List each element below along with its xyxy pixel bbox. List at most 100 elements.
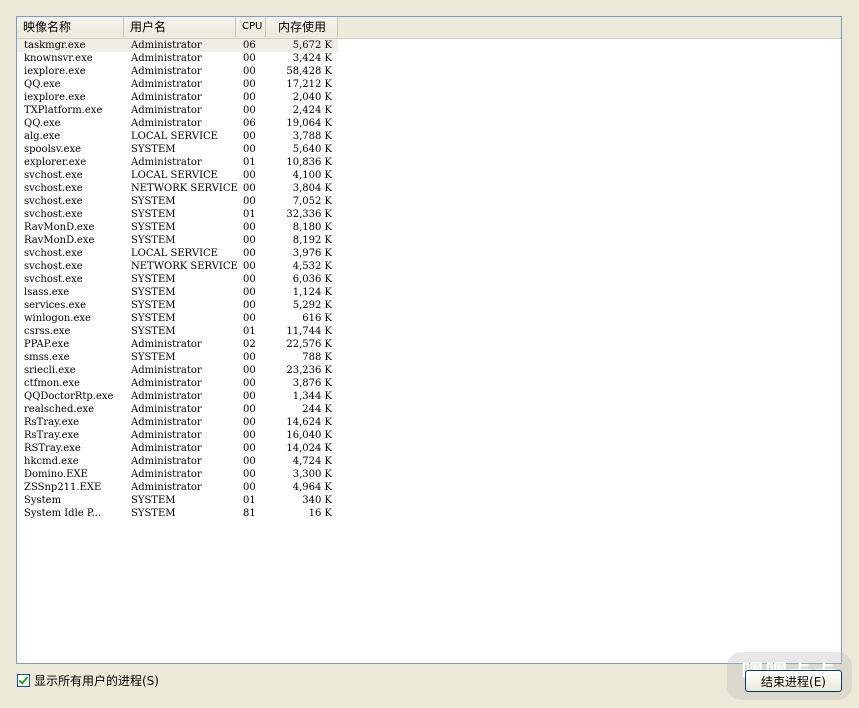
process-name: smss.exe [24, 352, 70, 363]
process-cpu: 00 [243, 391, 256, 402]
process-name: knownsvr.exe [24, 53, 93, 64]
show-all-users-checkbox[interactable]: 显示所有用户的进程(S) [17, 672, 159, 689]
table-row[interactable]: RsTray.exe Administrator 00 14,624 K [17, 416, 338, 429]
table-row[interactable]: System SYSTEM 01 340 K [17, 494, 338, 507]
process-memory: 3,976 K [292, 248, 332, 259]
process-name: RsTray.exe [24, 430, 80, 441]
process-cpu: 01 [243, 157, 256, 168]
process-name: realsched.exe [24, 404, 95, 415]
process-user: Administrator [131, 40, 202, 51]
column-header-user-name[interactable]: 用户名 [124, 17, 236, 37]
process-rows: taskmgr.exe Administrator 06 5,672 Kknownsv… [17, 39, 338, 520]
process-user: SYSTEM [131, 287, 176, 298]
process-user: SYSTEM [131, 495, 176, 506]
column-header-cpu[interactable]: CPU [236, 17, 266, 37]
process-user: LOCAL SERVICE [131, 131, 218, 142]
process-user: SYSTEM [131, 235, 176, 246]
table-row[interactable]: RsTray.exe Administrator 00 16,040 K [17, 429, 338, 442]
process-user: Administrator [131, 443, 202, 454]
process-memory: 3,300 K [292, 469, 332, 480]
process-user: Administrator [131, 339, 202, 350]
table-row[interactable]: svchost.exe SYSTEM 00 7,052 K [17, 195, 338, 208]
process-memory: 58,428 K [286, 66, 332, 77]
table-row[interactable]: explorer.exe Administrator 01 10,836 K [17, 156, 338, 169]
show-all-users-label: 显示所有用户的进程(S) [34, 674, 159, 688]
table-row[interactable]: QQ.exe Administrator 00 17,212 K [17, 78, 338, 91]
process-cpu: 00 [243, 456, 256, 467]
end-process-button[interactable]: 结束进程(E) [745, 670, 842, 692]
table-row[interactable]: svchost.exe SYSTEM 00 6,036 K [17, 273, 338, 286]
process-memory: 5,292 K [292, 300, 332, 311]
table-row[interactable]: svchost.exe LOCAL SERVICE 00 3,976 K [17, 247, 338, 260]
table-row[interactable]: spoolsv.exe SYSTEM 00 5,640 K [17, 143, 338, 156]
process-name: spoolsv.exe [24, 144, 82, 155]
process-cpu: 00 [243, 378, 256, 389]
process-list[interactable]: 映像名称 用户名 CPU 内存使用 taskmgr.exe Administrat… [16, 16, 842, 664]
process-name: hkcmd.exe [24, 456, 79, 467]
table-row[interactable]: PPAP.exe Administrator 02 22,576 K [17, 338, 338, 351]
process-user: SYSTEM [131, 352, 176, 363]
process-cpu: 00 [243, 430, 256, 441]
process-memory: 10,836 K [286, 157, 332, 168]
process-memory: 4,100 K [292, 170, 332, 181]
process-cpu: 00 [243, 274, 256, 285]
process-user: Administrator [131, 79, 202, 90]
process-user: SYSTEM [131, 326, 176, 337]
table-row[interactable]: ZSSnp211.EXE Administrator 00 4,964 K [17, 481, 338, 494]
table-row[interactable]: Domino.EXE Administrator 00 3,300 K [17, 468, 338, 481]
checkbox-checked-icon[interactable] [17, 674, 30, 687]
table-row[interactable]: TXPlatform.exe Administrator 00 2,424 K [17, 104, 338, 117]
process-user: Administrator [131, 66, 202, 77]
process-name: System Idle P... [24, 508, 102, 519]
table-row[interactable]: realsched.exe Administrator 00 244 K [17, 403, 338, 416]
table-row[interactable]: svchost.exe NETWORK SERVICE 00 3,804 K [17, 182, 338, 195]
process-cpu: 00 [243, 170, 256, 181]
process-user: Administrator [131, 92, 202, 103]
table-row[interactable]: lsass.exe SYSTEM 00 1,124 K [17, 286, 338, 299]
table-row[interactable]: RSTray.exe Administrator 00 14,024 K [17, 442, 338, 455]
process-memory: 23,236 K [286, 365, 332, 376]
process-name: svchost.exe [24, 183, 83, 194]
table-row[interactable]: winlogon.exe SYSTEM 00 616 K [17, 312, 338, 325]
process-memory: 14,024 K [286, 443, 332, 454]
column-header-image-name[interactable]: 映像名称 [17, 17, 124, 37]
process-cpu: 00 [243, 196, 256, 207]
process-user: Administrator [131, 469, 202, 480]
table-row[interactable]: hkcmd.exe Administrator 00 4,724 K [17, 455, 338, 468]
table-row[interactable]: services.exe SYSTEM 00 5,292 K [17, 299, 338, 312]
table-row[interactable]: System Idle P... SYSTEM 81 16 K [17, 507, 338, 520]
table-row[interactable]: knownsvr.exe Administrator 00 3,424 K [17, 52, 338, 65]
process-memory: 4,532 K [292, 261, 332, 272]
process-cpu: 00 [243, 131, 256, 142]
column-header-memory[interactable]: 内存使用 [266, 17, 338, 37]
table-row[interactable]: QQDoctorRtp.exe Administrator 00 1,344 K [17, 390, 338, 403]
process-user: Administrator [131, 456, 202, 467]
process-cpu: 00 [243, 287, 256, 298]
table-row[interactable]: iexplore.exe Administrator 00 58,428 K [17, 65, 338, 78]
table-row[interactable]: QQ.exe Administrator 06 19,064 K [17, 117, 338, 130]
process-memory: 8,192 K [292, 235, 332, 246]
process-name: services.exe [24, 300, 86, 311]
table-row[interactable]: taskmgr.exe Administrator 06 5,672 K [17, 39, 338, 52]
table-row[interactable]: RavMonD.exe SYSTEM 00 8,180 K [17, 221, 338, 234]
process-user: Administrator [131, 53, 202, 64]
table-row[interactable]: svchost.exe LOCAL SERVICE 00 4,100 K [17, 169, 338, 182]
table-row[interactable]: iexplore.exe Administrator 00 2,040 K [17, 91, 338, 104]
process-name: svchost.exe [24, 274, 83, 285]
process-cpu: 00 [243, 92, 256, 103]
table-row[interactable]: smss.exe SYSTEM 00 788 K [17, 351, 338, 364]
table-row[interactable]: svchost.exe SYSTEM 01 32,336 K [17, 208, 338, 221]
process-user: LOCAL SERVICE [131, 248, 218, 259]
table-row[interactable]: alg.exe LOCAL SERVICE 00 3,788 K [17, 130, 338, 143]
process-name: QQ.exe [24, 118, 61, 129]
process-memory: 5,640 K [292, 144, 332, 155]
process-cpu: 01 [243, 209, 256, 220]
table-row[interactable]: ctfmon.exe Administrator 00 3,876 K [17, 377, 338, 390]
process-memory: 3,788 K [292, 131, 332, 142]
process-memory: 17,212 K [286, 79, 332, 90]
process-memory: 2,040 K [292, 92, 332, 103]
table-row[interactable]: sriecli.exe Administrator 00 23,236 K [17, 364, 338, 377]
table-row[interactable]: svchost.exe NETWORK SERVICE 00 4,532 K [17, 260, 338, 273]
table-row[interactable]: csrss.exe SYSTEM 01 11,744 K [17, 325, 338, 338]
table-row[interactable]: RavMonD.exe SYSTEM 00 8,192 K [17, 234, 338, 247]
